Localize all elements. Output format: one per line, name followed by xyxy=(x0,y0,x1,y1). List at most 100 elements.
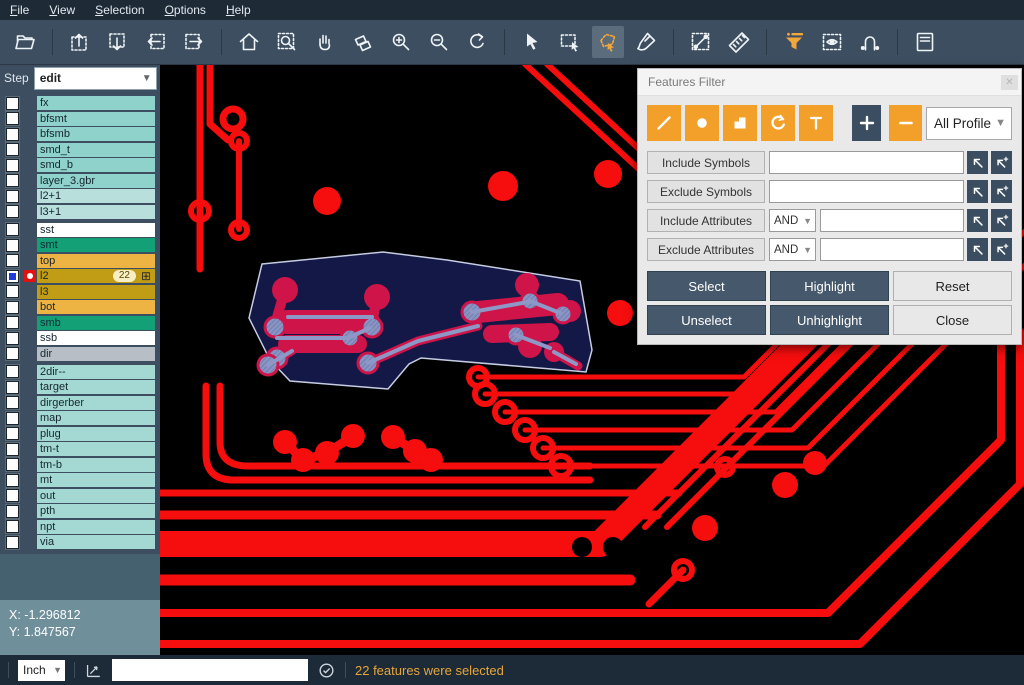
layer-visibility-checkbox[interactable] xyxy=(6,520,19,533)
layer-visibility-checkbox[interactable] xyxy=(6,159,19,172)
layer-name-bar[interactable]: l222⊞ xyxy=(37,269,155,283)
toggle-text-icon[interactable] xyxy=(799,105,833,141)
exclude-attributes-input[interactable] xyxy=(820,238,964,261)
layer-visibility-checkbox[interactable] xyxy=(6,505,19,518)
layer-name-bar[interactable]: smt xyxy=(37,238,155,252)
layer-visibility-checkbox[interactable] xyxy=(6,443,19,456)
layer-row-top[interactable]: top xyxy=(2,254,160,268)
exclude-attributes-logic-select[interactable]: AND▼ xyxy=(769,238,816,261)
layer-visibility-checkbox[interactable] xyxy=(6,316,19,329)
layer-row-smd_t[interactable]: smd_t xyxy=(2,143,160,157)
include-symbols-button[interactable]: Include Symbols xyxy=(647,151,765,174)
layer-name-bar[interactable]: smb xyxy=(37,316,155,330)
layer-row-layer_3.gbr[interactable]: layer_3.gbr xyxy=(2,174,160,188)
layer-visibility-checkbox[interactable] xyxy=(6,458,19,471)
layer-row-l3[interactable]: l3 xyxy=(2,285,160,299)
menu-item-file[interactable]: File xyxy=(10,0,29,20)
layer-row-smd_b[interactable]: smd_b xyxy=(2,158,160,172)
pick-arrow-add-icon[interactable] xyxy=(991,238,1012,261)
layer-visibility-checkbox[interactable] xyxy=(6,412,19,425)
layer-row-target[interactable]: target xyxy=(2,380,160,394)
reset-button[interactable]: Reset xyxy=(893,271,1012,301)
layer-visibility-checkbox[interactable] xyxy=(6,332,19,345)
form-list-icon[interactable] xyxy=(909,26,941,58)
layer-name-bar[interactable]: tm-b xyxy=(37,458,155,472)
measure-icon[interactable] xyxy=(685,26,717,58)
pick-arrow-icon[interactable] xyxy=(967,180,988,203)
layer-visibility-checkbox[interactable] xyxy=(6,254,19,267)
layer-name-bar[interactable]: l3+1 xyxy=(37,205,155,219)
net-hook-icon[interactable] xyxy=(854,26,886,58)
eye-box-icon[interactable] xyxy=(816,26,848,58)
unhighlight-button[interactable]: Unhighlight xyxy=(770,305,889,335)
layer-name-bar[interactable]: target xyxy=(37,380,155,394)
layer-row-sst[interactable]: sst xyxy=(2,223,160,237)
layer-visibility-checkbox[interactable] xyxy=(6,474,19,487)
snap-angle-icon[interactable] xyxy=(84,661,103,680)
layer-visibility-checkbox[interactable] xyxy=(6,301,19,314)
layer-row-tm-t[interactable]: tm-t xyxy=(2,442,160,456)
pan-down-icon[interactable] xyxy=(102,26,134,58)
layer-name-bar[interactable]: 2dir-- xyxy=(37,365,155,379)
layer-name-bar[interactable]: map xyxy=(37,411,155,425)
include-symbols-input[interactable] xyxy=(769,151,964,174)
layer-visibility-checkbox[interactable] xyxy=(6,396,19,409)
layer-row-bot[interactable]: bot xyxy=(2,300,160,314)
add-mode-button[interactable] xyxy=(852,105,881,141)
pan-right-icon[interactable] xyxy=(178,26,210,58)
unit-select[interactable]: Inch ▼ xyxy=(18,660,65,681)
layer-name-bar[interactable]: pth xyxy=(37,504,155,518)
layer-row-smb[interactable]: smb xyxy=(2,316,160,330)
home-icon[interactable] xyxy=(233,26,265,58)
layer-visibility-checkbox[interactable] xyxy=(6,536,19,549)
layer-name-bar[interactable]: dirgerber xyxy=(37,396,155,410)
layer-row-l2[interactable]: l222⊞ xyxy=(2,269,160,283)
layer-name-bar[interactable]: npt xyxy=(37,520,155,534)
layer-row-tm-b[interactable]: tm-b xyxy=(2,458,160,472)
toggle-arc-icon[interactable] xyxy=(761,105,795,141)
menu-item-view[interactable]: View xyxy=(49,0,75,20)
layer-name-bar[interactable]: out xyxy=(37,489,155,503)
toggle-pad-icon[interactable] xyxy=(685,105,719,141)
layer-name-bar[interactable]: layer_3.gbr xyxy=(37,174,155,188)
layer-visibility-checkbox[interactable] xyxy=(6,223,19,236)
unselect-button[interactable]: Unselect xyxy=(647,305,766,335)
dialog-title-bar[interactable]: Features Filter ✕ xyxy=(638,69,1021,96)
open-folder-icon[interactable] xyxy=(9,26,41,58)
pick-arrow-icon[interactable] xyxy=(967,209,988,232)
layer-visibility-checkbox[interactable] xyxy=(6,381,19,394)
layer-visibility-checkbox[interactable] xyxy=(6,347,19,360)
close-icon[interactable]: ✕ xyxy=(1001,75,1018,90)
layer-name-bar[interactable]: dir xyxy=(37,347,155,361)
layer-name-bar[interactable]: plug xyxy=(37,427,155,441)
layer-name-bar[interactable]: sst xyxy=(37,223,155,237)
layer-visibility-checkbox[interactable] xyxy=(6,205,19,218)
menu-item-options[interactable]: Options xyxy=(165,0,206,20)
ruler-icon[interactable] xyxy=(723,26,755,58)
layer-name-bar[interactable]: smd_b xyxy=(37,158,155,172)
layer-name-bar[interactable]: bfsmb xyxy=(37,127,155,141)
layer-visibility-checkbox[interactable] xyxy=(6,174,19,187)
layer-name-bar[interactable]: ssb xyxy=(37,331,155,345)
status-check-icon[interactable] xyxy=(317,661,336,680)
layer-row-ssb[interactable]: ssb xyxy=(2,331,160,345)
pick-arrow-icon[interactable] xyxy=(967,238,988,261)
layer-row-bfsmb[interactable]: bfsmb xyxy=(2,127,160,141)
zoom-window-icon[interactable] xyxy=(271,26,303,58)
close-button[interactable]: Close xyxy=(893,305,1012,335)
layer-visibility-checkbox[interactable] xyxy=(6,270,19,283)
layer-row-map[interactable]: map xyxy=(2,411,160,425)
layer-name-bar[interactable]: top xyxy=(37,254,155,268)
toggle-surface-icon[interactable] xyxy=(723,105,757,141)
layer-row-2dir--[interactable]: 2dir-- xyxy=(2,365,160,379)
layer-row-l3+1[interactable]: l3+1 xyxy=(2,205,160,219)
exclude-symbols-input[interactable] xyxy=(769,180,964,203)
pan-hand-icon[interactable] xyxy=(309,26,341,58)
zoom-previous-icon[interactable] xyxy=(461,26,493,58)
layer-name-bar[interactable]: bot xyxy=(37,300,155,314)
pick-arrow-add-icon[interactable] xyxy=(991,209,1012,232)
layer-name-bar[interactable]: l3 xyxy=(37,285,155,299)
layer-visibility-checkbox[interactable] xyxy=(6,190,19,203)
remove-mode-button[interactable] xyxy=(889,105,922,141)
exclude-attributes-button[interactable]: Exclude Attributes xyxy=(647,238,765,261)
